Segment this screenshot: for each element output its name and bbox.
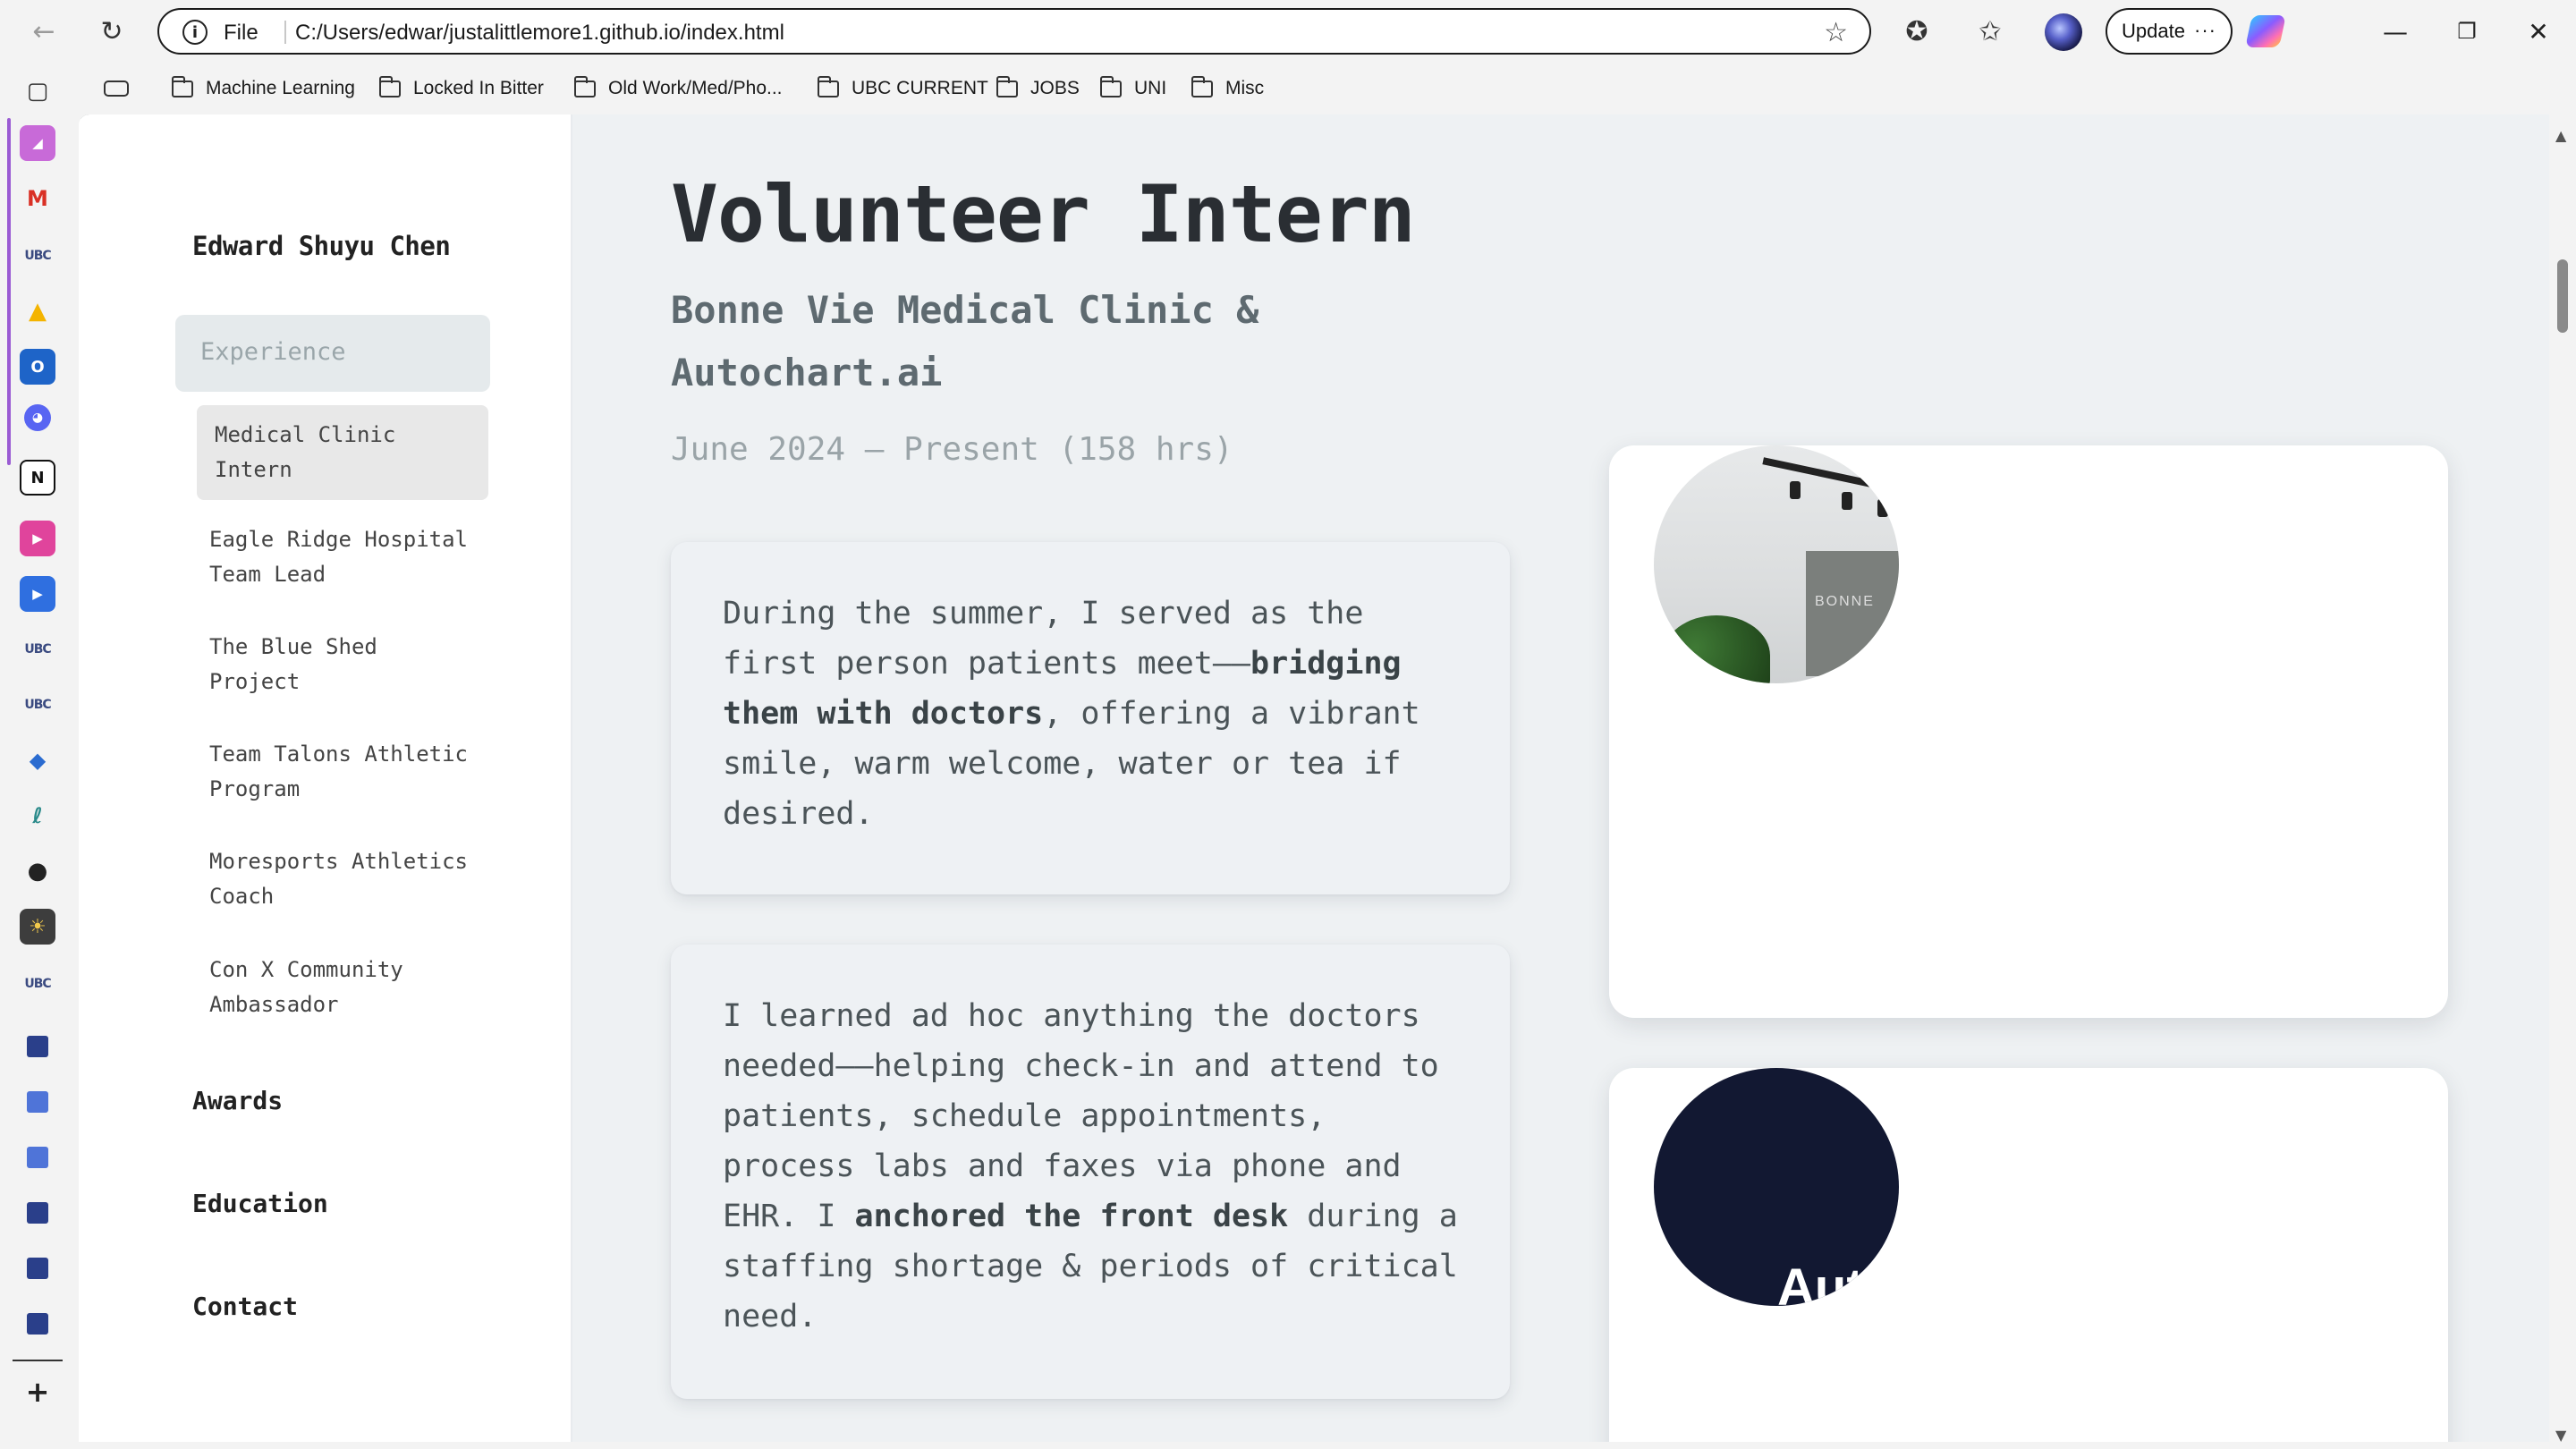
ubc-tab-icon[interactable]: UBC — [20, 687, 55, 723]
page-title: Volunteer Intern — [671, 168, 1416, 260]
address-bar[interactable]: i File C:/Users/edwar/justalittlemore1.g… — [157, 8, 1871, 55]
site-name[interactable]: Edward Shuyu Chen — [192, 231, 451, 261]
bookmark-folder[interactable]: Locked In Bitter — [378, 73, 544, 104]
video-app-icon[interactable]: ▶ — [20, 576, 55, 612]
organization-name: Bonne Vie Medical Clinic & Autochart.ai — [671, 288, 1259, 394]
profile-avatar[interactable] — [2045, 13, 2082, 51]
leaf-app-icon[interactable]: ℓ — [20, 798, 55, 834]
folder-icon — [573, 75, 596, 97]
discord-icon[interactable]: ◕ — [24, 404, 51, 431]
restore-icon[interactable]: ❐ — [2440, 11, 2494, 52]
scroll-up-arrow-icon[interactable]: ▲ — [2555, 127, 2566, 144]
gmail-icon[interactable]: M — [20, 181, 55, 216]
bookmark-folder[interactable]: UNI — [1099, 73, 1166, 104]
image-card: BONNE — [1609, 445, 2448, 1018]
spotlight — [1842, 492, 1852, 510]
page-scrollbar[interactable]: ▲ ▼ — [2549, 114, 2576, 1449]
media-app-icon[interactable]: ▶ — [20, 521, 55, 556]
reading-list-icon[interactable] — [104, 73, 129, 104]
autochart-logo: Aut — [1654, 1068, 1899, 1306]
nav-contact[interactable]: Contact — [192, 1292, 298, 1321]
description-card: During the summer, I served as the first… — [671, 542, 1510, 894]
nav-item-eagle-ridge[interactable]: Eagle Ridge Hospital Team Lead — [197, 522, 488, 592]
bookmark-folder[interactable]: Misc — [1191, 73, 1264, 104]
plant — [1663, 615, 1770, 683]
extensions-icon[interactable]: ✪ — [1894, 9, 1939, 54]
vertical-sidebar: ▢ ◢ M UBC ▲ O ◕ N ▶ ▶ UBC UBC ◆ ℓ ● ☀ UB… — [0, 63, 75, 1449]
favorite-star-icon[interactable]: ☆ — [1824, 17, 1848, 48]
folder-icon — [817, 75, 839, 97]
tab-icon[interactable] — [27, 1202, 48, 1224]
folder-icon — [378, 75, 401, 97]
clinic-photo: BONNE — [1654, 445, 1899, 683]
bookmark-folder[interactable]: Machine Learning — [171, 73, 355, 104]
favorites-icon[interactable]: ✩ — [1968, 9, 2012, 54]
ubc-tab-icon[interactable]: UBC — [20, 238, 55, 274]
url-text[interactable]: C:/Users/edwar/justalittlemore1.github.i… — [295, 21, 784, 46]
tab-icon[interactable] — [27, 1036, 48, 1057]
description-card: I learned ad hoc anything the doctors ne… — [671, 945, 1510, 1399]
clinic-sign-text: BONNE — [1815, 594, 1875, 609]
nav-education[interactable]: Education — [192, 1189, 328, 1218]
close-icon[interactable]: ✕ — [2512, 11, 2565, 52]
nav-awards[interactable]: Awards — [192, 1086, 283, 1115]
github-icon[interactable]: ● — [20, 853, 55, 889]
nav-experience[interactable]: Experience — [175, 315, 490, 392]
update-label: Update — [2122, 20, 2185, 42]
bookmark-folder[interactable]: Old Work/Med/Pho... — [573, 73, 783, 104]
active-tab-icon[interactable]: ☀ — [20, 909, 55, 945]
tab-icon[interactable] — [27, 1258, 48, 1279]
divider — [284, 21, 286, 44]
tab-actions-icon[interactable]: ▢ — [20, 73, 55, 109]
ubc-tab-icon[interactable]: UBC — [20, 631, 55, 667]
site-nav: Edward Shuyu Chen Experience Medical Cli… — [79, 114, 572, 1442]
spotlight — [1877, 499, 1888, 517]
bookmark-folder[interactable]: UBC CURRENT — [817, 73, 988, 104]
browser-toolbar: ← ↻ i File C:/Users/edwar/justalittlemor… — [0, 0, 2576, 63]
card-text-bold: anchored the front desk — [854, 1199, 1289, 1234]
more-dots-icon: ··· — [2194, 19, 2216, 41]
logo-text: Aut — [1777, 1258, 1864, 1306]
nav-item-team-talons[interactable]: Team Talons Athletic Program — [197, 737, 488, 807]
folder-icon — [996, 75, 1018, 97]
clinic-sign: BONNE — [1806, 551, 1899, 676]
scroll-down-arrow-icon[interactable]: ▼ — [2555, 1427, 2566, 1444]
refresh-icon[interactable]: ↻ — [89, 9, 134, 54]
ubc-tab-icon[interactable]: UBC — [20, 966, 55, 1002]
folder-icon — [171, 75, 193, 97]
new-tab-plus-icon[interactable]: + — [20, 1374, 55, 1410]
main-content: Volunteer Intern Bonne Vie Medical Clini… — [572, 114, 2549, 1442]
nav-item-con-x[interactable]: Con X Community Ambassador — [197, 953, 488, 1022]
nav-experience-label: Experience — [200, 338, 346, 366]
info-icon[interactable]: i — [182, 20, 208, 45]
back-arrow-icon[interactable]: ← — [21, 9, 66, 54]
divider — [13, 1360, 63, 1361]
image-card: Aut — [1609, 1068, 2448, 1442]
bookmarks-bar: Machine Learning Locked In Bitter Old Wo… — [0, 63, 2576, 114]
folder-icon — [1099, 75, 1122, 97]
tab-icon[interactable] — [27, 1147, 48, 1168]
ceiling-light-rail — [1762, 457, 1899, 502]
url-scheme: File — [224, 21, 258, 45]
tab-icon[interactable] — [27, 1091, 48, 1113]
page-viewport: Edward Shuyu Chen Experience Medical Cli… — [79, 114, 2549, 1442]
spotlight — [1790, 481, 1801, 499]
copilot-icon[interactable] — [2245, 15, 2286, 47]
drive-icon[interactable]: ▲ — [20, 293, 55, 329]
outlook-icon[interactable]: O — [20, 349, 55, 385]
date-range: June 2024 — Present (158 hrs) — [671, 431, 1233, 468]
tab-group-indicator — [7, 118, 11, 465]
notion-icon[interactable]: N — [20, 460, 55, 496]
stacked-app-icon[interactable]: ◆ — [20, 742, 55, 778]
nav-item-moresports[interactable]: Moresports Athletics Coach — [197, 844, 488, 914]
tab-icon[interactable] — [27, 1313, 48, 1335]
minimize-icon[interactable]: — — [2368, 11, 2422, 52]
notes-app-icon[interactable]: ◢ — [20, 125, 55, 161]
update-button[interactable]: Update ··· — [2106, 8, 2233, 55]
nav-item-medical-clinic-intern[interactable]: Medical Clinic Intern — [197, 405, 488, 500]
nav-item-blue-shed[interactable]: The Blue Shed Project — [197, 630, 488, 699]
bookmark-folder[interactable]: JOBS — [996, 73, 1080, 104]
scroll-thumb[interactable] — [2557, 259, 2568, 333]
folder-icon — [1191, 75, 1213, 97]
